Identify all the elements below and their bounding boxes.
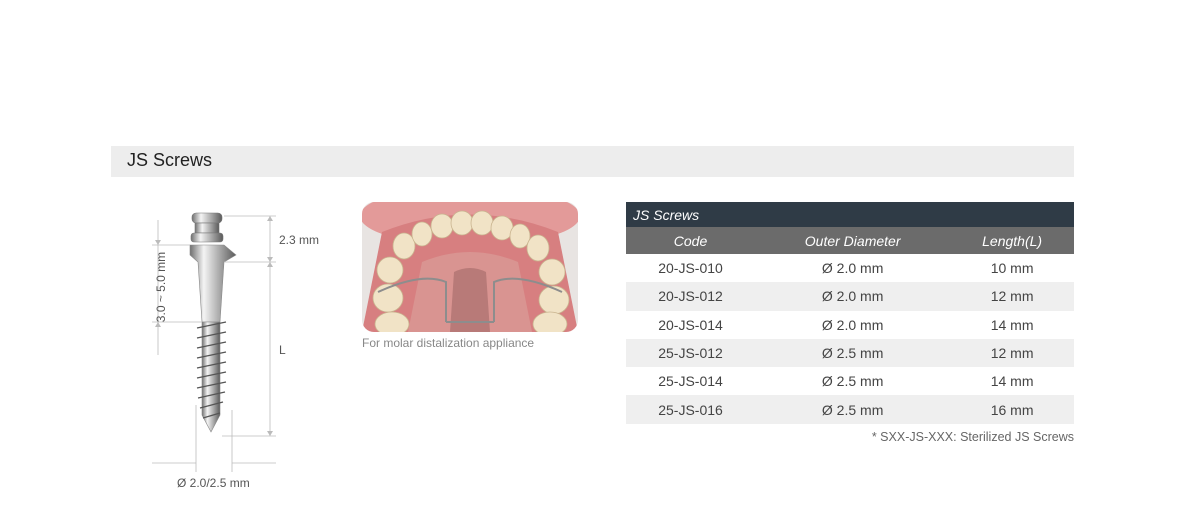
cell-length: 12 mm [950, 282, 1074, 311]
section-title: JS Screws [127, 150, 213, 170]
head-height-label: 2.3 mm [279, 233, 320, 247]
screw-diagram: 2.3 mm 3.0 ~ 5.0 mm L Ø 2.0/2.5 mm [140, 200, 319, 500]
table-footnote: * SXX-JS-XXX: Sterilized JS Screws [871, 430, 1074, 444]
col-header-length: Length(L) [950, 227, 1074, 254]
clinical-photo [362, 202, 578, 332]
cell-code: 25-JS-016 [626, 395, 756, 424]
table-row: 25-JS-014 Ø 2.5 mm 14 mm [626, 367, 1074, 396]
table-row: 20-JS-010 Ø 2.0 mm 10 mm [626, 254, 1074, 283]
table-row: 20-JS-012 Ø 2.0 mm 12 mm [626, 282, 1074, 311]
cell-diameter: Ø 2.0 mm [755, 282, 951, 311]
length-label: L [279, 343, 286, 357]
cell-code: 25-JS-012 [626, 338, 756, 368]
cell-length: 12 mm [950, 338, 1074, 368]
table-title: JS Screws [626, 202, 1074, 227]
cell-code: 25-JS-014 [626, 367, 756, 396]
cell-code: 20-JS-012 [626, 282, 756, 311]
cell-diameter: Ø 2.0 mm [755, 254, 951, 283]
cell-diameter: Ø 2.5 mm [755, 338, 951, 368]
cell-code: 20-JS-014 [626, 310, 756, 339]
cell-length: 14 mm [950, 367, 1074, 396]
table-row: 25-JS-016 Ø 2.5 mm 16 mm [626, 395, 1074, 424]
cell-diameter: Ø 2.5 mm [755, 367, 951, 396]
spec-table: JS Screws Code Outer Diameter Length(L) … [626, 202, 1074, 424]
cell-code: 20-JS-010 [626, 254, 756, 283]
table-title-row: JS Screws [626, 202, 1074, 227]
dental-arch-image [362, 202, 578, 332]
cell-diameter: Ø 2.0 mm [755, 310, 951, 339]
screw-illustration [152, 212, 276, 472]
cell-length: 16 mm [950, 395, 1074, 424]
table-row: 25-JS-012 Ø 2.5 mm 12 mm [626, 338, 1074, 368]
cell-length: 10 mm [950, 254, 1074, 283]
cell-diameter: Ø 2.5 mm [755, 395, 951, 424]
col-header-outer-diameter: Outer Diameter [755, 227, 951, 254]
neck-range-label: 3.0 ~ 5.0 mm [154, 251, 169, 323]
table-header-row: Code Outer Diameter Length(L) [626, 227, 1074, 254]
col-header-code: Code [626, 227, 756, 254]
photo-caption: For molar distalization appliance [362, 336, 535, 350]
table-row: 20-JS-014 Ø 2.0 mm 14 mm [626, 310, 1074, 339]
cell-length: 14 mm [950, 310, 1074, 339]
diameter-label: Ø 2.0/2.5 mm [177, 476, 250, 490]
section-header-bar: JS Screws [111, 146, 1074, 177]
